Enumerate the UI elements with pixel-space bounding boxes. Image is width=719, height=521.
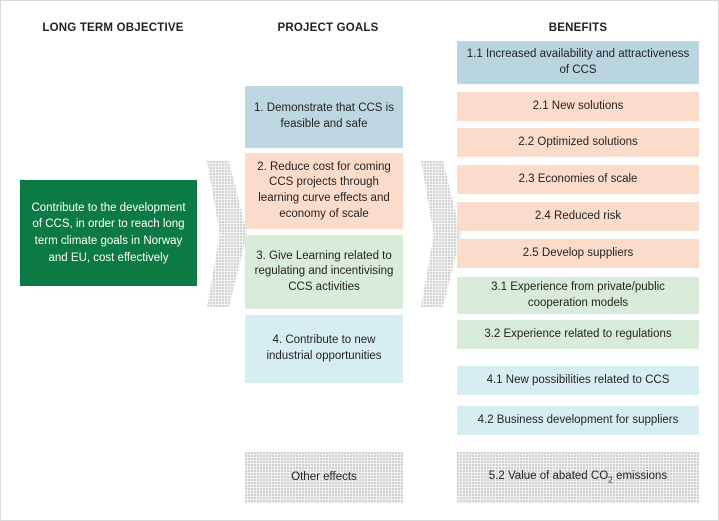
benefit-5-2-text: 5.2 Value of abated CO2 emissions — [489, 469, 667, 486]
benefit-box-1-1: 1.1 Increased availability and attractiv… — [457, 41, 699, 84]
benefit-box-2-5: 2.5 Develop suppliers — [457, 239, 699, 268]
column-heading-benefits: BENEFITS — [548, 22, 608, 34]
benefit-box-4-1: 4.1 New possibilities related to CCS — [457, 366, 699, 395]
long-term-objective-box: Contribute to the development of CCS, in… — [20, 180, 197, 286]
benefit-box-3-2: 3.2 Experience related to regulations — [457, 320, 699, 349]
benefit-box-5-2: 5.2 Value of abated CO2 emissions — [457, 452, 699, 503]
benefit-box-3-1: 3.1 Experience from private/public coope… — [457, 277, 699, 314]
chevron-right-arrow-icon-goals-to-benefits — [421, 161, 461, 307]
chevron-right-arrow-icon-objective-to-goals — [207, 161, 247, 307]
benefit-box-4-2: 4.2 Business development for suppliers — [457, 406, 699, 435]
benefit-box-2-3: 2.3 Economies of scale — [457, 165, 699, 194]
column-heading-project-goals: PROJECT GOALS — [277, 22, 379, 34]
benefit-box-2-4: 2.4 Reduced risk — [457, 202, 699, 231]
project-goal-box-4: 4. Contribute to new industrial opportun… — [245, 315, 403, 383]
project-goal-box-2: 2. Reduce cost for coming CCS projects t… — [245, 153, 403, 229]
benefit-box-2-1: 2.1 New solutions — [457, 92, 699, 121]
diagram-canvas: LONG TERM OBJECTIVE PROJECT GOALS BENEFI… — [0, 0, 719, 521]
column-heading-long-term-objective: LONG TERM OBJECTIVE — [42, 22, 184, 34]
project-goal-box-1: 1. Demonstrate that CCS is feasible and … — [245, 86, 403, 148]
project-goal-box-other-effects: Other effects — [245, 452, 403, 503]
benefit-5-2-prefix: 5.2 Value of abated CO — [488, 470, 609, 483]
benefit-box-2-2: 2.2 Optimized solutions — [457, 128, 699, 157]
project-goal-box-3: 3. Give Learning related to regulating a… — [245, 235, 403, 309]
benefit-5-2-suffix: emissions — [612, 470, 668, 483]
